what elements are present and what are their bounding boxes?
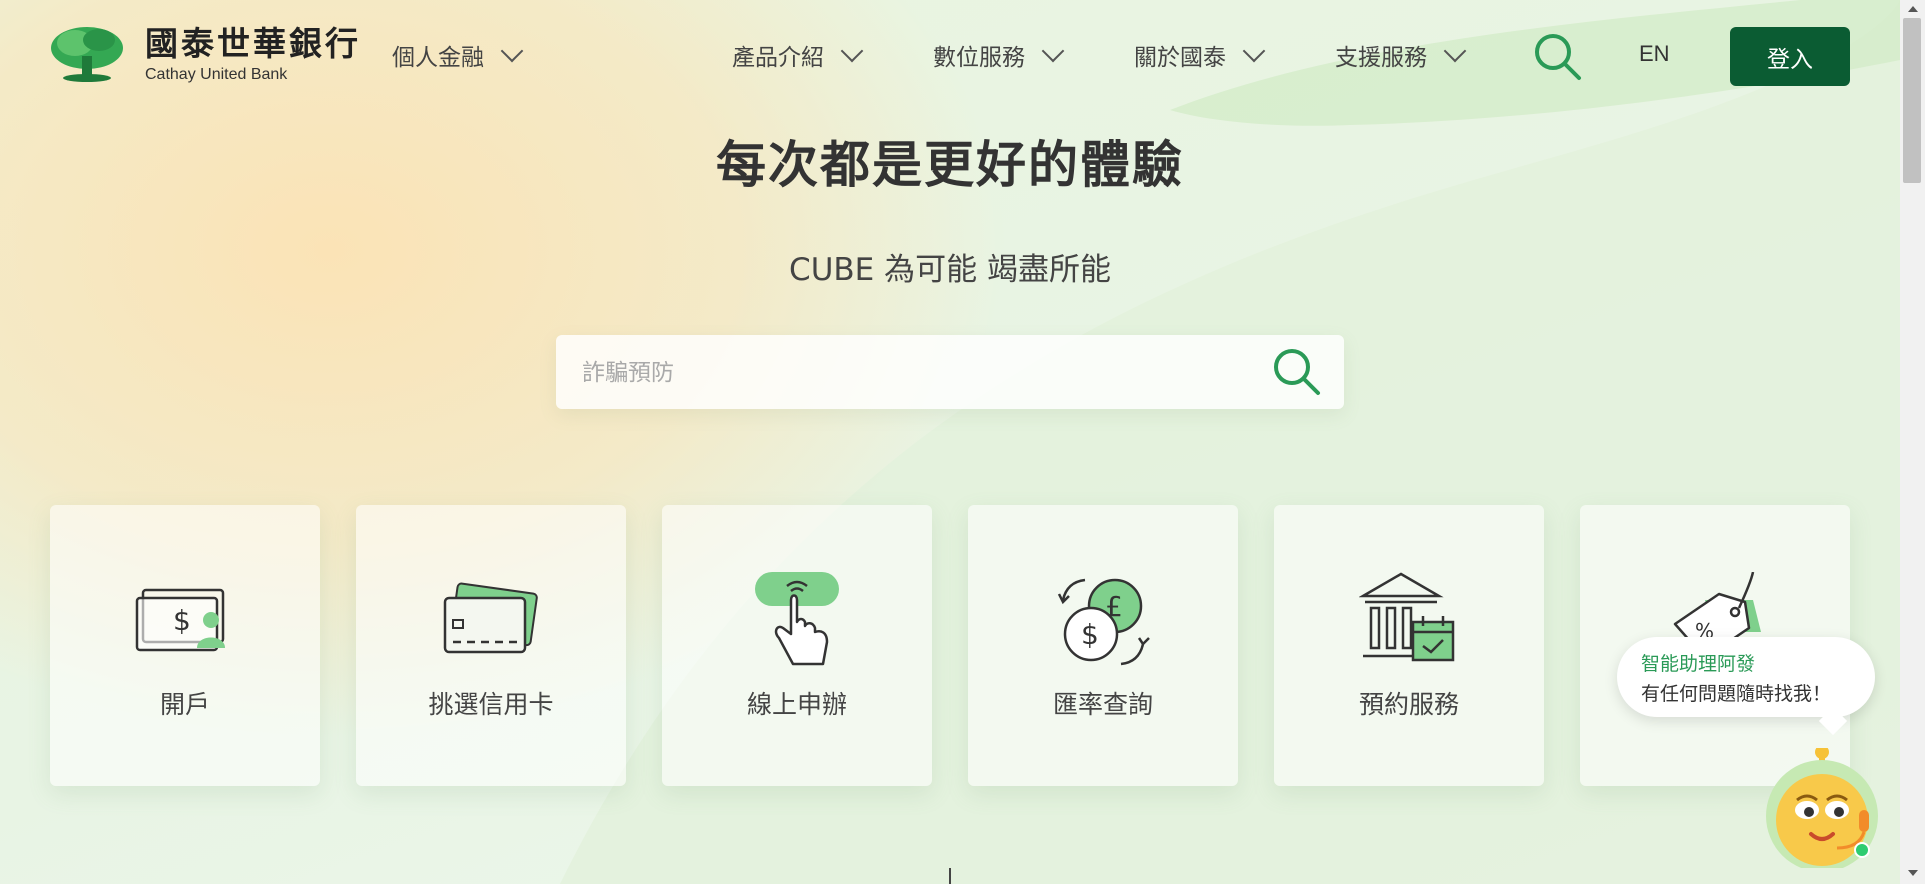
assistant-message: 有任何問題隨時找我！ — [1641, 683, 1832, 705]
nav-about-label: 關於國泰 — [1134, 45, 1226, 71]
nav-digital-services-label: 數位服務 — [933, 45, 1025, 71]
quick-link-label: 挑選信用卡 — [428, 690, 554, 719]
open-account-icon: $ — [135, 588, 225, 652]
exchange-rate-icon: £ $ — [1057, 578, 1150, 666]
nav-support-label: 支援服務 — [1335, 45, 1427, 71]
login-button[interactable]: 登入 — [1730, 27, 1850, 86]
assistant-name: 智能助理阿發 — [1641, 653, 1756, 675]
quick-link-exchange-rate[interactable]: £ $ 匯率查詢 — [968, 505, 1238, 786]
quick-link-open-account[interactable]: $ 開戶 — [50, 505, 320, 786]
appointment-icon — [1359, 572, 1455, 662]
chevron-down-icon — [1443, 39, 1467, 63]
chevron-down-icon — [840, 39, 864, 63]
scroll-up-arrow-icon[interactable] — [1908, 6, 1918, 12]
quick-link-label: 線上申辦 — [746, 690, 847, 719]
online-apply-icon — [755, 572, 839, 666]
quick-link-label: 開戶 — [159, 690, 210, 719]
chevron-down-icon — [1041, 39, 1065, 63]
hero-title: 每次都是更好的體驗 — [716, 136, 1184, 194]
search-input[interactable] — [580, 351, 1264, 395]
nav-digital-services[interactable]: 數位服務 — [933, 38, 1065, 72]
svg-text:$: $ — [173, 604, 191, 637]
quick-link-online-apply[interactable]: 線上申辦 — [662, 505, 932, 786]
search-submit-button[interactable] — [1272, 347, 1322, 401]
page-scrollbar[interactable] — [1900, 0, 1925, 884]
credit-card-icon — [443, 582, 538, 654]
personal-banking-menu[interactable]: 個人金融 — [392, 38, 524, 72]
chevron-down-icon — [500, 39, 524, 63]
robot-mascot-icon — [1766, 745, 1878, 872]
scroll-thumb[interactable] — [1903, 18, 1921, 183]
quick-link-label: 預約服務 — [1358, 690, 1459, 719]
bank-logo[interactable]: 國泰世華銀行 Cathay United Bank — [49, 26, 361, 84]
tree-logo-icon — [51, 27, 123, 82]
assistant-mascot-button[interactable] — [1763, 745, 1881, 872]
personal-banking-label: 個人金融 — [392, 45, 484, 71]
scroll-down-arrow-icon[interactable] — [1908, 870, 1918, 876]
nav-support[interactable]: 支援服務 — [1335, 38, 1467, 72]
search-icon — [1274, 349, 1320, 395]
language-switch[interactable]: EN — [1639, 41, 1670, 67]
chevron-down-icon — [1242, 39, 1266, 63]
nav-products[interactable]: 產品介紹 — [732, 38, 864, 72]
quick-link-label: 匯率查詢 — [1052, 690, 1153, 719]
carousel-indicator — [949, 868, 951, 884]
header-search-button[interactable] — [1533, 32, 1583, 86]
assistant-bubble[interactable]: 智能助理阿發 有任何問題隨時找我！ — [1617, 637, 1875, 717]
site-search — [556, 335, 1344, 409]
quick-link-appointment[interactable]: 預約服務 — [1274, 505, 1544, 786]
quick-link-credit-card[interactable]: 挑選信用卡 — [356, 505, 626, 786]
nav-about[interactable]: 關於國泰 — [1134, 38, 1266, 72]
site-header: 國泰世華銀行 Cathay United Bank 個人金融 產品介紹 數位服務… — [0, 0, 1900, 110]
bank-name-cn: 國泰世華銀行 — [145, 24, 361, 63]
nav-products-label: 產品介紹 — [732, 45, 824, 71]
bank-name-en: Cathay United Bank — [145, 66, 288, 83]
search-icon — [1535, 34, 1581, 80]
svg-text:$: $ — [1081, 618, 1099, 651]
hero-subtitle: CUBE 為可能 竭盡所能 — [789, 252, 1111, 288]
